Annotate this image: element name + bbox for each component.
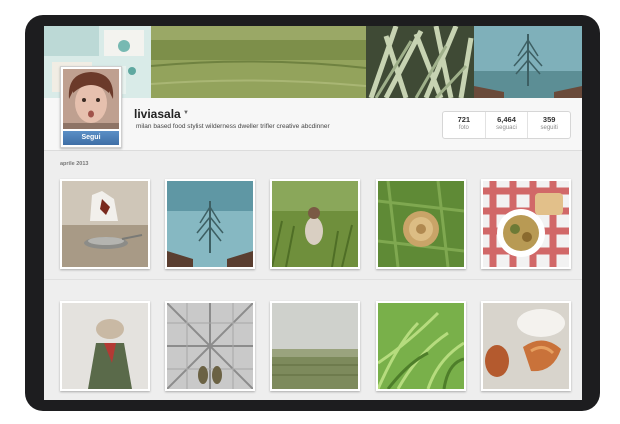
photo-grid-row <box>44 169 582 280</box>
profile-header: liviasala ▼ milan based food stylist wil… <box>44 98 582 151</box>
profile-username[interactable]: liviasala <box>134 107 181 121</box>
profile-stats: 721 foto 6,464 seguaci 359 seguiti <box>442 111 571 139</box>
stat-photos[interactable]: 721 foto <box>443 112 486 138</box>
stat-value: 359 <box>542 115 556 124</box>
profile-screen: liviasala ▼ milan based food stylist wil… <box>44 26 582 400</box>
stat-label: seguiti <box>540 125 558 131</box>
cover-photo-2[interactable] <box>151 26 366 98</box>
profile-bio: milan based food stylist wilderness dwel… <box>136 123 330 130</box>
stat-label: seguaci <box>496 125 517 131</box>
avatar-card: Segui <box>60 66 122 148</box>
cover-photo-3[interactable] <box>366 26 474 98</box>
cover-photo-strip <box>44 26 582 98</box>
stat-following[interactable]: 359 seguiti <box>528 112 570 138</box>
chevron-down-icon[interactable]: ▼ <box>183 110 189 116</box>
photo-grid-row <box>44 288 582 400</box>
feed-photo[interactable] <box>376 179 466 269</box>
feed-photo[interactable] <box>270 301 360 391</box>
feed-photo[interactable] <box>481 179 571 269</box>
stat-followers[interactable]: 6,464 seguaci <box>486 112 529 138</box>
stat-label: foto <box>458 125 469 131</box>
feed-photo[interactable] <box>270 179 360 269</box>
tablet-frame: liviasala ▼ milan based food stylist wil… <box>25 15 600 411</box>
cover-photo-4[interactable] <box>474 26 582 98</box>
feed-date-label: aprile 2013 <box>60 161 89 167</box>
feed-photo[interactable] <box>481 301 571 391</box>
feed-photo[interactable] <box>165 301 255 391</box>
feed-photo[interactable] <box>376 301 466 391</box>
feed-photo[interactable] <box>60 179 150 269</box>
avatar[interactable] <box>63 69 119 129</box>
stat-value: 6,464 <box>497 115 516 124</box>
feed-photo[interactable] <box>165 179 255 269</box>
feed-photo[interactable] <box>60 301 150 391</box>
stat-value: 721 <box>457 115 471 124</box>
follow-button[interactable]: Segui <box>63 131 119 145</box>
